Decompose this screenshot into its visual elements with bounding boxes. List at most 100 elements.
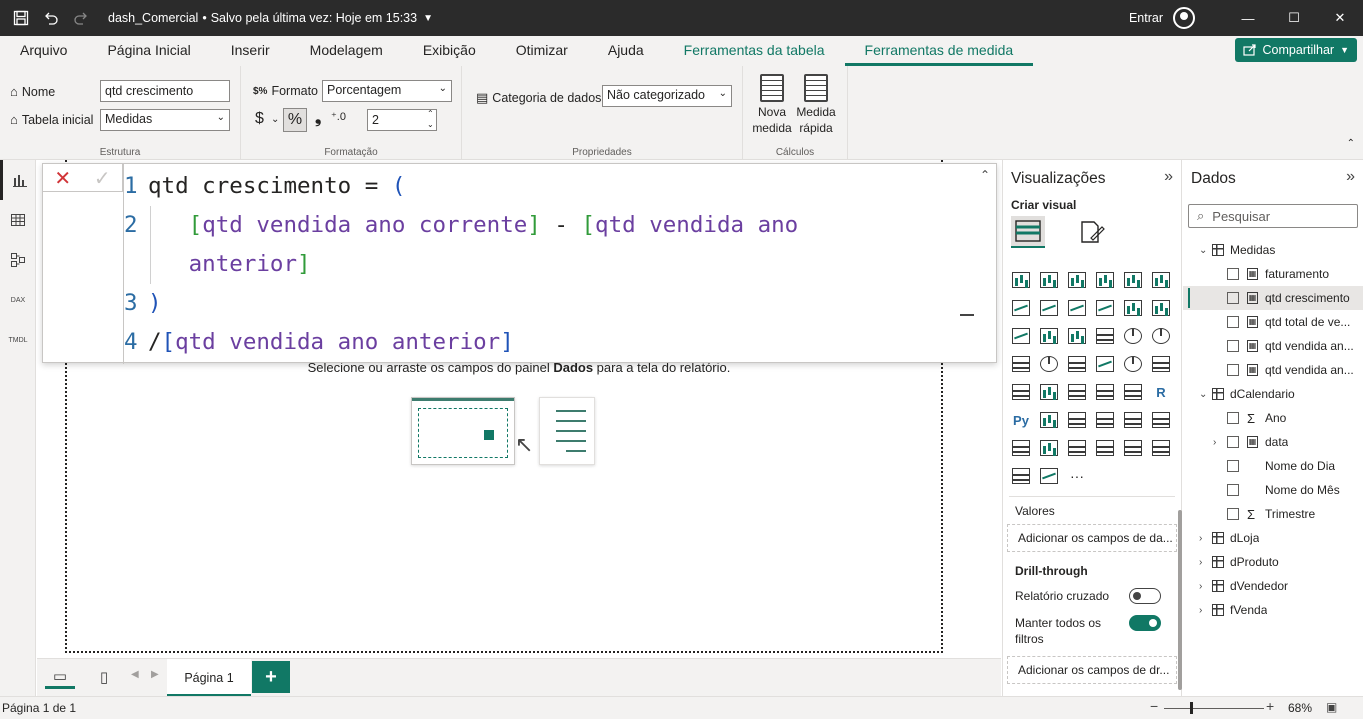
kpi-visual-icon[interactable] [1037,380,1061,404]
narrative-visual-icon[interactable] [1121,408,1145,432]
chevron-right-icon[interactable]: › [1199,533,1202,544]
tree-field-row[interactable]: ▦ qtd total de ve... [1183,310,1363,334]
menu-pagina-inicial[interactable]: Página Inicial [87,36,210,66]
chevron-down-icon[interactable]: ▼ [423,13,433,24]
field-checkbox[interactable] [1227,484,1239,496]
power-automate-visual-icon[interactable] [1037,464,1061,488]
chevron-right-icon[interactable]: › [1213,437,1216,448]
model-view-icon[interactable] [0,240,36,280]
sign-in-button[interactable]: Entrar [1129,11,1163,25]
collapse-pane-icon[interactable]: » [1346,168,1355,186]
field-checkbox[interactable] [1227,292,1239,304]
donut-visual-icon[interactable] [1149,324,1173,348]
clustered-column-visual-icon[interactable] [1093,268,1117,292]
tmdl-view-icon[interactable]: TMDL [0,320,36,360]
stacked-area-visual-icon[interactable] [1065,296,1089,320]
cross-report-toggle[interactable] [1129,588,1161,604]
waterfall-visual-icon[interactable] [1037,324,1061,348]
values-dropzone[interactable]: Adicionar os campos de da... [1007,524,1177,552]
chevron-right-icon[interactable]: › [1199,605,1202,616]
map-visual-icon[interactable] [1037,352,1061,376]
zoom-slider-thumb[interactable] [1190,702,1193,714]
table-visual-icon[interactable] [1093,380,1117,404]
field-checkbox[interactable] [1227,508,1239,520]
quick-measure-button[interactable]: Medida rápida [795,74,837,136]
field-checkbox[interactable] [1227,460,1239,472]
percent-button[interactable]: % [283,108,307,132]
tree-field-row[interactable]: Nome do Dia [1183,454,1363,478]
tree-field-row[interactable]: ▦ qtd vendida an... [1183,334,1363,358]
zoom-out-icon[interactable]: − [1150,698,1158,714]
comma-button[interactable]: ❟ [315,110,321,128]
more-visual-icon[interactable]: ··· [1065,464,1089,488]
tree-field-row[interactable]: Nome do Mês [1183,478,1363,502]
commit-formula-icon[interactable]: ✓ [83,164,123,192]
field-checkbox[interactable] [1227,340,1239,352]
tree-field-row[interactable]: ▦ qtd vendida an... [1183,358,1363,382]
report-view-icon[interactable] [0,160,36,200]
new-measure-button[interactable]: Nova medida [751,74,793,136]
tree-field-row[interactable]: ▦ faturamento [1183,262,1363,286]
gauge-visual-icon[interactable] [1121,352,1145,376]
menu-modelagem[interactable]: Modelagem [290,36,403,66]
page-tab-1[interactable]: Página 1 [167,659,251,697]
prev-page-icon[interactable]: ◀ [131,669,139,680]
pane-scrollbar[interactable] [1178,510,1182,690]
card-new-visual-icon[interactable] [1037,436,1061,460]
area-visual-icon[interactable] [1037,296,1061,320]
menu-ajuda[interactable]: Ajuda [588,36,664,66]
file-name[interactable]: dash_Comercial [108,11,198,25]
home-table-select[interactable]: Medidas ⌄ [100,109,230,131]
add-page-button[interactable]: + [252,661,290,693]
formula-bar[interactable]: ✕ ✓ 1 qtd crescimento = ( 2 [qtd vendida … [42,163,997,364]
table-slicer-visual-icon[interactable] [1121,436,1145,460]
table-view-icon[interactable] [0,200,36,240]
close-icon[interactable]: ✕ [1317,0,1363,36]
qa-visual-icon[interactable] [1093,408,1117,432]
field-checkbox[interactable] [1227,316,1239,328]
category-select[interactable]: Não categorizado ⌄ [602,85,732,107]
menu-inserir[interactable]: Inserir [211,36,290,66]
100-column-visual-icon[interactable] [1149,268,1173,292]
treemap-visual-icon[interactable] [1009,352,1033,376]
zoom-level[interactable]: 68% [1288,701,1312,715]
collapse-ribbon-icon[interactable]: ⌃ [1347,138,1355,149]
multi-row-card-visual-icon[interactable] [1009,380,1033,404]
slicer-visual-icon[interactable] [1065,380,1089,404]
cancel-formula-icon[interactable]: ✕ [43,164,83,192]
stacked-column-visual-icon[interactable] [1037,268,1061,292]
azure-map-visual-icon[interactable] [1093,352,1117,376]
menu-arquivo[interactable]: Arquivo [0,36,87,66]
tree-field-row[interactable]: ▦ qtd crescimento [1183,286,1363,310]
build-visual-tab-icon[interactable] [1011,216,1045,248]
funnel-visual-icon[interactable] [1065,324,1089,348]
field-checkbox[interactable] [1227,436,1239,448]
line-clustered-column-visual-icon[interactable] [1149,296,1173,320]
chevron-down-icon[interactable]: ⌄ [271,114,279,125]
menu-measure-tools[interactable]: Ferramentas de medida [844,36,1034,66]
tree-field-row[interactable]: Σ Trimestre [1183,502,1363,526]
tree-table-row[interactable]: › dVendedor [1183,574,1363,598]
field-checkbox[interactable] [1227,412,1239,424]
currency-button[interactable]: $ [255,110,264,128]
paginated-report-visual-icon[interactable] [1009,436,1033,460]
undo-icon[interactable] [36,0,66,36]
menu-exibicao[interactable]: Exibição [403,36,496,66]
filled-map-visual-icon[interactable] [1065,352,1089,376]
zoom-in-icon[interactable]: + [1266,698,1274,714]
tree-table-row[interactable]: ⌄ dCalendario [1183,382,1363,406]
chevron-down-icon[interactable]: ⌄ [1199,389,1207,400]
line-column-visual-icon[interactable] [1121,296,1145,320]
matrix-visual-icon[interactable] [1121,380,1145,404]
minimize-icon[interactable]: — [1225,0,1271,36]
zoom-slider[interactable] [1164,708,1264,709]
search-input[interactable]: ⌕ Pesquisar [1188,204,1358,228]
100-bar-visual-icon[interactable] [1121,268,1145,292]
slicer-new-visual-icon[interactable] [1065,436,1089,460]
redo-icon[interactable] [66,0,96,36]
menu-table-tools[interactable]: Ferramentas da tabela [664,36,845,66]
power-apps-visual-icon[interactable] [1009,464,1033,488]
field-checkbox[interactable] [1227,364,1239,376]
goals-visual-icon[interactable] [1149,408,1173,432]
share-button[interactable]: Compartilhar ▼ [1234,38,1357,62]
